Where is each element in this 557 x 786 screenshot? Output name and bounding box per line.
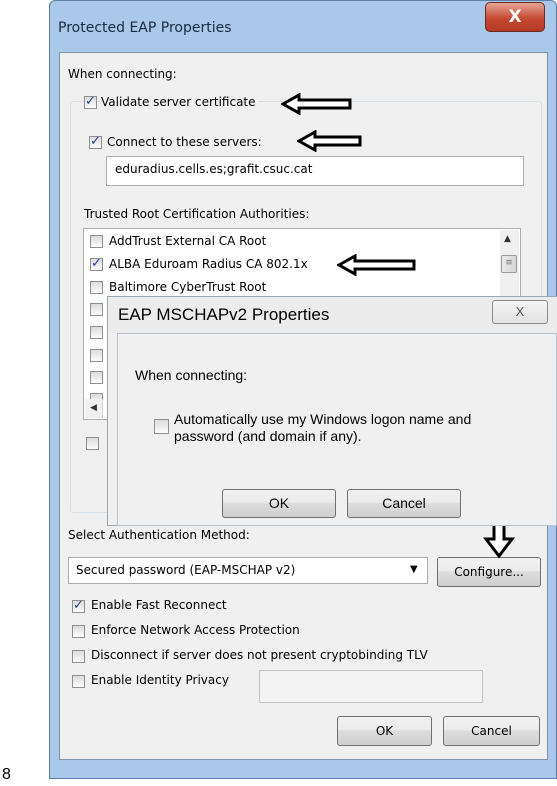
select-auth-label: Select Authentication Method: (68, 528, 250, 542)
close-icon[interactable]: X (485, 2, 545, 32)
inner-dialog-title: EAP MSCHAPv2 Properties (118, 305, 330, 324)
validate-server-checkbox[interactable] (84, 94, 97, 109)
identity-privacy-checkbox[interactable] (72, 675, 85, 688)
scroll-left-icon[interactable]: ◀ (85, 399, 103, 418)
ca-checkbox[interactable] (90, 349, 103, 362)
ca-label: Baltimore CyberTrust Root (109, 280, 267, 294)
enforce-nap-checkbox[interactable] (72, 625, 85, 638)
inner-cancel-button[interactable]: Cancel (347, 489, 461, 518)
connect-servers-label: Connect to these servers: (107, 135, 262, 149)
inner-when-connecting-label: When connecting: (135, 367, 248, 383)
cryptobinding-checkbox[interactable] (72, 650, 85, 663)
ca-checkbox[interactable] (90, 303, 103, 316)
validate-server-label: Validate server certificate (101, 95, 258, 109)
ca-checkbox[interactable] (90, 256, 103, 271)
scroll-up-icon[interactable]: ▲ (504, 234, 511, 244)
servers-input-value: eduradius.cells.es;grafit.csuc.cat (115, 162, 313, 176)
auto-logon-checkbox[interactable] (154, 419, 169, 434)
annotation-arrow-left-icon (281, 93, 353, 115)
scroll-thumb[interactable]: ≡ (501, 255, 517, 273)
close-icon[interactable]: X (492, 300, 548, 324)
ca-label: ALBA Eduroam Radius CA 802.1x (109, 257, 308, 271)
auto-logon-label-line1: Automatically use my Windows logon name … (174, 411, 472, 427)
enforce-nap-label: Enforce Network Access Protection (91, 623, 300, 637)
cancel-button[interactable]: Cancel (443, 716, 540, 746)
ok-button[interactable]: OK (337, 716, 432, 746)
ca-label: AddTrust External CA Root (109, 234, 267, 248)
ca-checkbox[interactable] (90, 235, 103, 248)
inner-ok-button[interactable]: OK (222, 489, 336, 518)
auto-logon-label-line2: password (and domain if any). (174, 428, 362, 444)
trusted-root-label: Trusted Root Certification Authorities: (84, 207, 310, 221)
connect-servers-checkbox[interactable] (89, 134, 102, 149)
dropdown-arrow-icon[interactable]: ▼ (410, 564, 418, 575)
configure-button[interactable]: Configure... (437, 557, 541, 587)
page-number: 8 (2, 766, 11, 783)
fast-reconnect-checkbox[interactable] (72, 598, 85, 613)
cryptobinding-label: Disconnect if server does not present cr… (91, 648, 428, 662)
identity-privacy-label: Enable Identity Privacy (91, 673, 229, 687)
ca-checkbox[interactable] (90, 326, 103, 339)
when-connecting-label: When connecting: (68, 67, 177, 81)
auth-method-value: Secured password (EAP-MSCHAP v2) (76, 563, 296, 577)
hidden-option-checkbox[interactable] (86, 437, 99, 450)
identity-privacy-input[interactable] (259, 670, 483, 703)
annotation-arrow-left-icon (297, 130, 363, 152)
ca-checkbox[interactable] (90, 281, 103, 294)
fast-reconnect-label: Enable Fast Reconnect (91, 598, 227, 612)
annotation-arrow-left-icon (337, 254, 417, 276)
ca-checkbox[interactable] (90, 371, 103, 384)
outer-dialog-title: Protected EAP Properties (58, 20, 232, 36)
